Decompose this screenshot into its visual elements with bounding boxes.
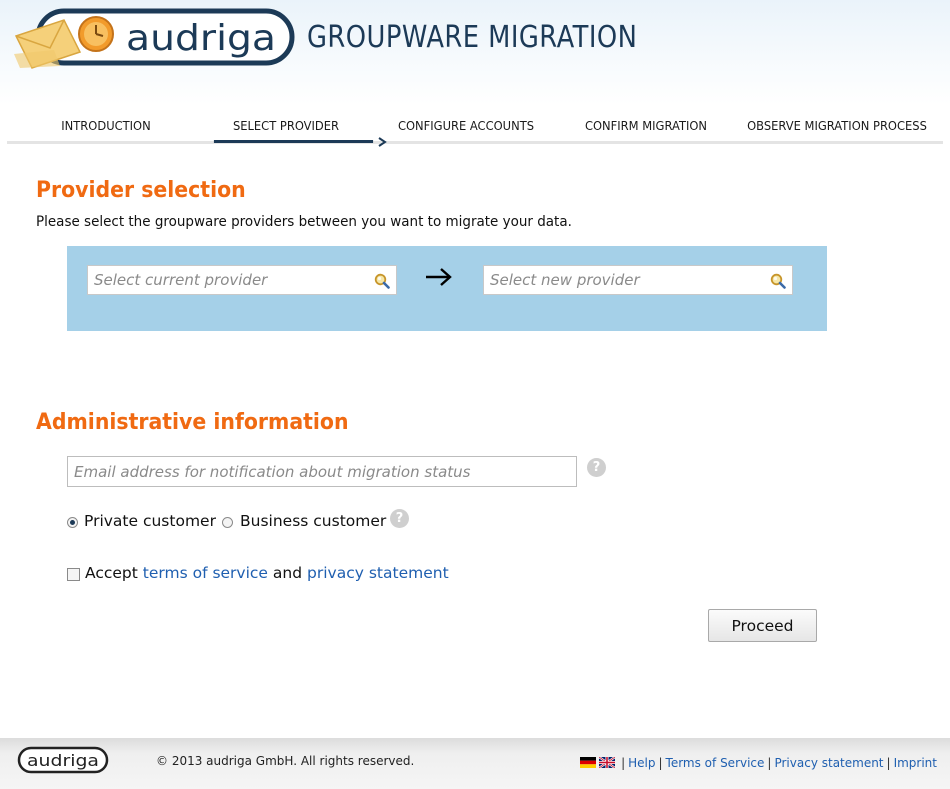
private-customer-radio[interactable]: [67, 517, 78, 528]
clock-icon: [78, 16, 114, 52]
logo-wordmark: audriga: [126, 18, 276, 59]
terms-of-service-link[interactable]: terms of service: [143, 564, 268, 582]
business-customer-radio[interactable]: [222, 517, 233, 528]
and-text: and: [272, 564, 303, 582]
step-configure-accounts[interactable]: CONFIGURE ACCOUNTS: [388, 112, 544, 142]
privacy-statement-footer-link[interactable]: Privacy statement: [774, 756, 883, 770]
app-title: GROUPWARE MIGRATION: [307, 20, 638, 55]
help-link[interactable]: Help: [628, 756, 655, 770]
search-icon[interactable]: [374, 273, 390, 289]
step-observe-migration-process[interactable]: OBSERVE MIGRATION PROCESS: [739, 112, 934, 142]
step-introduction[interactable]: INTRODUCTION: [28, 112, 184, 142]
footer-audriga-logo[interactable]: audriga: [17, 746, 109, 774]
footer-separator: |: [767, 756, 772, 770]
active-step-arrow-icon: [378, 137, 387, 147]
admin-info-heading: Administrative information: [36, 410, 349, 435]
email-field[interactable]: [67, 456, 577, 487]
active-step-indicator: [213, 140, 374, 143]
current-provider-input[interactable]: [88, 266, 358, 294]
proceed-button[interactable]: Proceed: [708, 609, 817, 642]
imprint-link[interactable]: Imprint: [894, 756, 937, 770]
search-icon[interactable]: [770, 273, 786, 289]
wizard-steps: INTRODUCTION SELECT PROVIDER CONFIGURE A…: [7, 112, 943, 147]
current-provider-field[interactable]: [87, 265, 397, 295]
accept-prefix: Accept: [85, 564, 138, 582]
provider-intro-text: Please select the groupware providers be…: [36, 214, 572, 230]
privacy-statement-link[interactable]: privacy statement: [307, 564, 449, 582]
terms-of-service-footer-link[interactable]: Terms of Service: [666, 756, 765, 770]
footer-logo-wordmark: audriga: [27, 751, 99, 770]
footer-separator: |: [621, 756, 626, 770]
email-input[interactable]: [68, 457, 568, 486]
page-header: audriga GROUPWARE MIGRATION: [0, 0, 950, 105]
provider-selection-heading: Provider selection: [36, 178, 246, 203]
private-customer-label[interactable]: Private customer: [84, 512, 216, 530]
step-select-provider[interactable]: SELECT PROVIDER: [208, 112, 364, 142]
german-flag-icon[interactable]: [580, 757, 597, 768]
business-customer-label[interactable]: Business customer: [240, 512, 386, 530]
new-provider-field[interactable]: [483, 265, 793, 295]
page-footer: audriga © 2013 audriga GmbH. All rights …: [0, 738, 950, 789]
new-provider-input[interactable]: [484, 266, 754, 294]
accept-terms-text: Accept terms of service and privacy stat…: [85, 564, 449, 582]
audriga-logo[interactable]: audriga: [14, 6, 299, 70]
arrow-right-icon: [426, 268, 452, 286]
copyright-text: © 2013 audriga GmbH. All rights reserved…: [156, 754, 415, 768]
provider-panel: [67, 246, 827, 331]
step-confirm-migration[interactable]: CONFIRM MIGRATION: [568, 112, 724, 142]
uk-flag-icon[interactable]: [599, 757, 616, 768]
accept-terms-checkbox[interactable]: [67, 568, 80, 581]
radio-selected-dot: [70, 520, 75, 525]
steps-divider: [7, 141, 943, 144]
footer-separator: |: [658, 756, 663, 770]
email-help-icon[interactable]: ?: [587, 458, 606, 477]
footer-links: | Help | Terms of Service | Privacy statement…: [580, 756, 937, 770]
customer-type-help-icon[interactable]: ?: [390, 509, 409, 528]
footer-separator: |: [886, 756, 891, 770]
